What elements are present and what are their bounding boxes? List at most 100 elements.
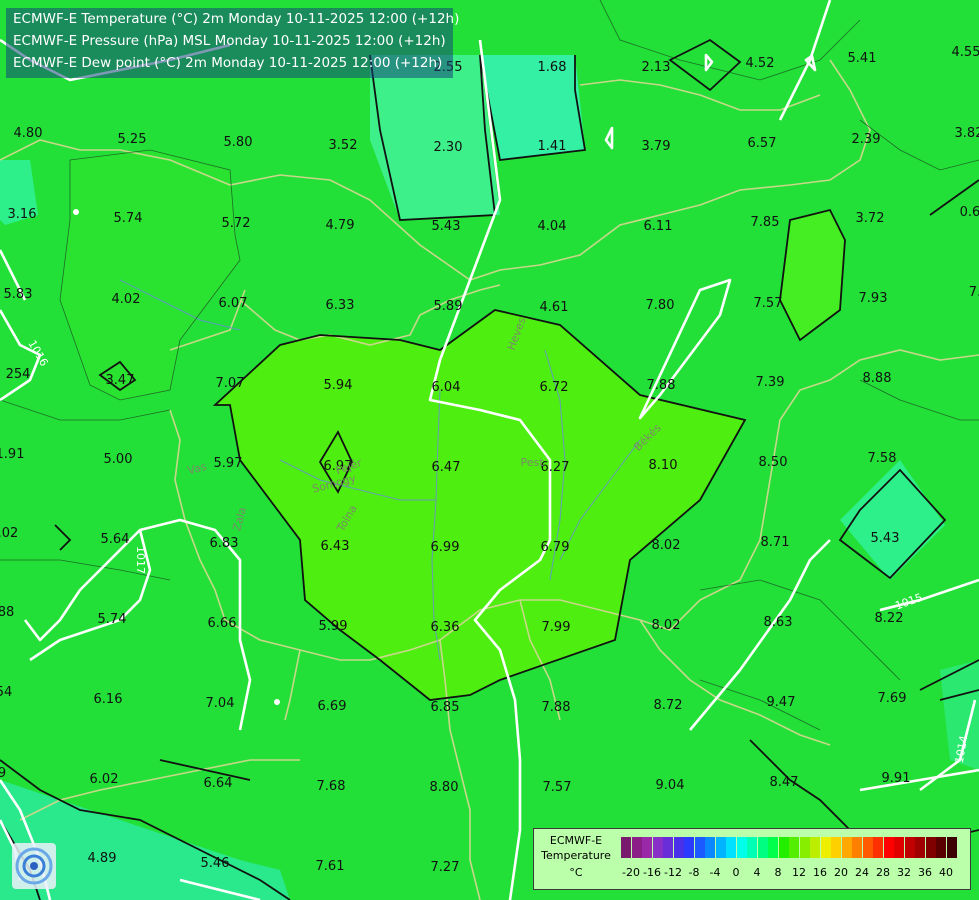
temperature-value-label: 5.46 [201,856,230,871]
legend-color-swatch [915,837,925,858]
legend-tick-label: -12 [664,866,682,879]
legend-color-swatch [726,837,736,858]
legend-color-swatch [757,837,768,858]
temperature-value-label: 9.47 [767,695,796,710]
temperature-value-label: 6.04 [432,380,461,395]
legend-tick-label: -20 [622,866,640,879]
legend-tick-label: -8 [688,866,700,879]
temperature-value-label: 5.00 [104,452,133,467]
legend-color-swatch [883,837,894,858]
legend-color-swatch [852,837,862,858]
temperature-value-label: 8.71 [761,535,790,550]
temperature-value-label: 8.47 [770,775,799,790]
temperature-value-label: 4.61 [540,300,569,315]
temperature-value-label: 4.55 [952,45,979,60]
temperature-value-label: 9 [0,766,6,781]
temperature-value-label: 4.80 [14,126,43,141]
legend-tick-label: 24 [855,866,869,879]
temperature-value-label: 6.43 [321,539,350,554]
legend-color-swatch [705,837,715,858]
temperature-value-label: 6.27 [541,460,570,475]
temperature-value-label: 5.94 [324,378,353,393]
temperature-value-label: 8.50 [759,455,788,470]
temperature-value-label: 7.57 [543,780,572,795]
temperature-value-label: 6.72 [540,380,569,395]
isobar-value-label: 1017 [134,546,147,574]
temperature-value-label: 3.72 [856,211,885,226]
temperature-value-label: 6.16 [94,692,123,707]
temperature-value-label: 8.02 [652,538,681,553]
temperature-value-label: 8.10 [649,458,678,473]
isobar-dot [73,209,79,215]
legend-color-swatch [631,837,642,858]
legend-color-swatch [820,837,831,858]
temperature-value-label: 7.58 [868,451,897,466]
temperature-value-label: 3.79 [642,139,671,154]
legend-title: ECMWF-E [549,834,603,847]
temperature-value-label: 3.52 [329,138,358,153]
temperature-value-label: 6.07 [219,296,248,311]
temperature-value-label: 7. [969,285,979,300]
ecmwf-swirl-icon [12,843,56,889]
temperature-value-label: 5.99 [319,619,348,634]
header-temperature-line: ECMWF-E Temperature (°C) 2m Monday 10-11… [13,11,460,27]
temperature-value-label: 8.72 [654,698,683,713]
temperature-value-label: 88 [0,605,14,620]
legend-color-swatch [862,837,873,858]
temperature-value-label: 8.22 [875,611,904,626]
legend-color-swatch [925,837,936,858]
temperature-value-label: 6.36 [431,620,460,635]
temperature-value-label: 6.99 [431,540,460,555]
temperature-value-label: 4.52 [746,56,775,71]
temperature-value-label: 7.88 [647,378,676,393]
weather-map: 2.551.682.134.525.414.554.805.255.803.52… [0,0,979,900]
legend-color-swatch [768,837,778,858]
legend-tick-label: 36 [918,866,932,879]
temperature-value-label: 5.64 [101,532,130,547]
temperature-value-label: .02 [0,526,18,541]
temperature-value-label: 7.61 [316,859,345,874]
legend-color-swatch [841,837,852,858]
temperature-value-label: 6.64 [204,776,233,791]
temperature-value-label: 7.68 [317,779,346,794]
temperature-value-label: 6.66 [208,616,237,631]
map-canvas: 2.551.682.134.525.414.554.805.255.803.52… [0,0,979,900]
legend-color-swatch [621,837,631,858]
temperature-value-label: 8.88 [863,371,892,386]
legend-color-swatch [810,837,820,858]
temperature-value-label: 2.39 [852,132,881,147]
temperature-value-label: 2.13 [642,60,671,75]
temperature-value-label: 9.04 [656,778,685,793]
temperature-value-label: 7.88 [542,700,571,715]
legend-tick-label: 28 [876,866,890,879]
legend-color-swatch [673,837,684,858]
header-pressure-line: ECMWF-E Pressure (hPa) MSL Monday 10-11-… [13,33,446,49]
temperature-value-label: 7.04 [206,696,235,711]
legend-color-swatch [894,837,904,858]
temperature-value-label: 7.39 [756,375,785,390]
temperature-value-label: 3.47 [106,373,135,388]
legend-color-swatch [873,837,883,858]
legend-tick-label: 40 [939,866,953,879]
legend-subtitle: Temperature [541,849,611,862]
temperature-value-label: 5.25 [118,132,147,147]
temperature-value-label: 8.80 [430,780,459,795]
temperature-value-label: 4.02 [112,292,141,307]
legend-tick-label: 0 [732,866,740,879]
temperature-value-label: 6.33 [326,298,355,313]
temperature-value-label: 2.30 [434,140,463,155]
legend-color-swatch [694,837,705,858]
legend-color-swatch [684,837,694,858]
place-name-label: Pest [520,456,544,469]
legend-color-swatch [831,837,841,858]
temperature-value-label: 7.27 [431,860,460,875]
temperature-value-label: 5.41 [848,51,877,66]
legend-color-swatch [936,837,946,858]
temperature-value-label: 7.99 [542,620,571,635]
legend-color-swatch [946,837,957,858]
legend-tick-label: 32 [897,866,911,879]
temperature-value-label: 6.02 [90,772,119,787]
legend-color-swatch [799,837,810,858]
temperature-value-label: 9.91 [882,771,911,786]
temperature-value-label: 5.89 [434,299,463,314]
